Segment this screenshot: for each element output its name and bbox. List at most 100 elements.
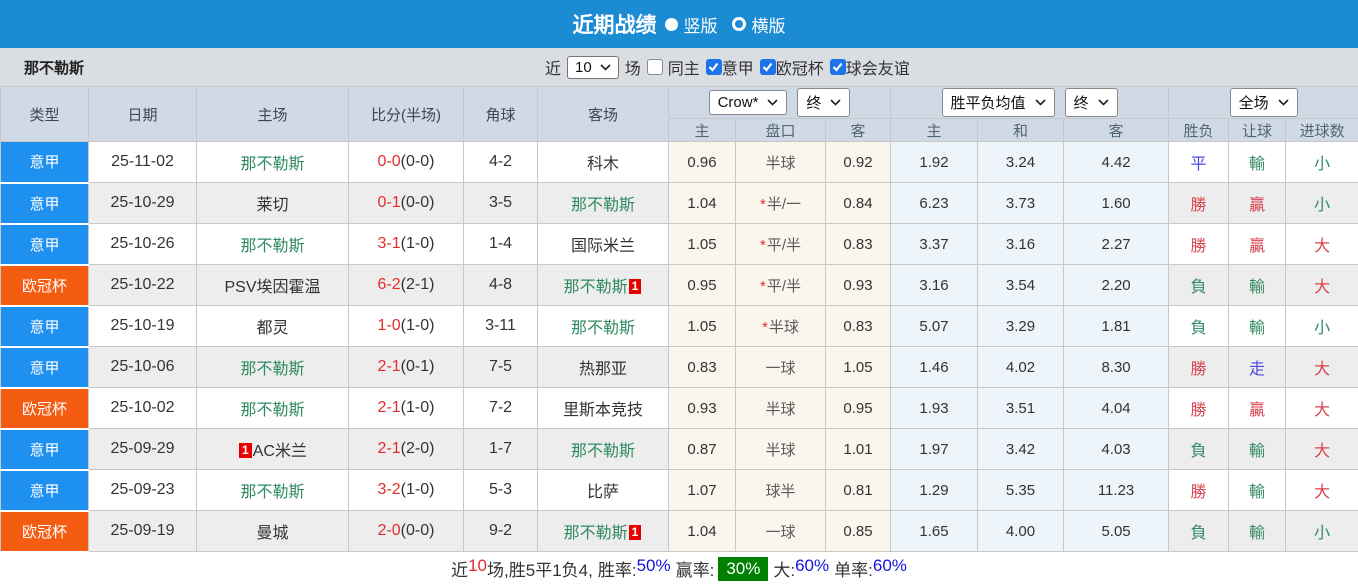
score-halftime: 6-2(2-1) [348,264,464,306]
corners: 1-4 [463,223,538,265]
check-icon [708,62,719,72]
avg-odds-away: 1.60 [1063,182,1170,224]
col-header-home: 主场 [196,86,349,142]
home-team: 1 AC米兰 [196,428,349,470]
match-date: 25-09-29 [88,428,197,470]
score-halftime: 3-1(1-0) [348,223,464,265]
avg-odds-home: 1.97 [890,428,979,470]
team-label: 热那亚 [578,361,627,378]
table-row: 意甲 25-09-23 那不勒斯 3-2(1-0) 5-3 比萨 1.07 球半 0.81 1.2… [0,469,1358,512]
avg-odds-home: 1.92 [890,141,979,183]
avg-odds-draw: 3.54 [977,264,1065,306]
result-handicap: 輸 [1228,141,1287,183]
match-date: 25-10-02 [88,387,197,429]
summary-near: 近 [451,561,469,580]
handicap-line: 半球 [735,428,826,470]
handicap-odds-away: 1.01 [824,428,892,470]
table-row: 意甲 25-10-06 那不勒斯 2-1(0-1) 7-5 热那亚 0.83 一球 1.05 1.… [0,346,1358,389]
horizontal-layout-radio[interactable] [731,17,746,31]
league-friendly-checkbox[interactable] [829,59,846,75]
same-home-checkbox[interactable] [646,59,663,75]
match-date: 25-11-02 [88,141,197,183]
avg-odds-away: 5.05 [1063,510,1170,552]
near-label: 近 [545,61,562,78]
score-halftime: 2-0(0-0) [348,510,464,552]
result-handicap: 輸 [1228,264,1287,306]
score-halftime: 2-1(2-0) [348,428,464,470]
away-team: 科木 [537,141,669,183]
home-team: 那不勒斯 [196,469,349,511]
handicap-odds-away: 0.83 [824,305,892,347]
league-badge: 意甲 [0,305,89,348]
league-ucl-checkbox[interactable] [759,59,776,75]
corners: 4-2 [463,141,538,183]
team-label: 国际米兰 [570,238,635,255]
handicap-odds-home: 0.93 [668,387,736,429]
league-seriea-label: 意甲 [721,61,754,78]
match-count-select[interactable]: 10 [567,55,619,79]
avg-odds-away: 1.81 [1063,305,1170,347]
avg-odds-home: 6.23 [890,182,979,224]
avg-odds-away: 2.27 [1063,223,1170,265]
avg-odds-select[interactable]: 胜平负均值 [941,88,1055,117]
avg-odds-draw: 3.29 [977,305,1065,347]
away-team: 国际米兰 [537,223,669,265]
score-halftime: 2-1(0-1) [348,346,464,388]
subheader-handicap: 盘口 [735,118,826,142]
handicap-odds-home: 1.05 [668,305,736,347]
result-handicap: 輸 [1228,305,1287,347]
avg-odds-away: 8.30 [1063,346,1170,388]
away-team: 热那亚 [537,346,669,388]
league-seriea-checkbox[interactable] [705,59,722,75]
result-wdl: 平 [1168,141,1230,183]
subheader-avg-home: 主 [890,118,979,142]
avg-odds-home: 1.93 [890,387,979,429]
scope-select[interactable]: 全场 [1229,88,1298,117]
team-label: 那不勒斯 [570,443,635,460]
table-row: 意甲 25-10-29 莱切 0-1(0-0) 3-5 那不勒斯 1.04 *半/一 0.84 6… [0,182,1358,225]
chevron-down-icon [830,99,842,106]
subheader-odds-away: 客 [824,118,892,142]
handicap-odds-home: 1.04 [668,182,736,224]
avg-odds-draw: 3.16 [977,223,1065,265]
handicap-odds-home: 1.07 [668,469,736,511]
vertical-layout-label[interactable]: 竖版 [684,12,718,37]
result-goals: 大 [1285,223,1358,265]
avg-odds-draw: 4.00 [977,510,1065,552]
vertical-layout-radio[interactable] [664,17,678,31]
result-goals: 大 [1285,469,1358,511]
col-header-away: 客场 [537,86,669,142]
handicap-win-rate-label: 赢率: [675,561,715,580]
handicap-odds-away: 0.83 [824,223,892,265]
avg-time-select[interactable]: 终 [1064,88,1118,117]
chevron-down-icon [1097,99,1109,106]
match-date: 25-10-19 [88,305,197,347]
avg-odds-home: 1.46 [890,346,979,388]
match-date: 25-10-29 [88,182,197,224]
table-row: 意甲 25-10-26 那不勒斯 3-1(1-0) 1-4 国际米兰 1.05 *平/半 0.8… [0,223,1358,266]
score-halftime: 1-0(1-0) [348,305,464,347]
team-label: 那不勒斯 [240,156,305,173]
summary-count: 10 [468,556,488,575]
corners: 3-5 [463,182,538,224]
avg-odds-away: 2.20 [1063,264,1170,306]
title-bar: 近期战绩 竖版 横版 [0,0,1358,48]
handicap-line: 一球 [735,346,826,388]
horizontal-layout-label[interactable]: 横版 [752,12,786,37]
subheader-avg-away: 客 [1063,118,1170,142]
col-header-score: 比分(半场) [348,86,464,142]
corners: 1-7 [463,428,538,470]
handicap-odds-away: 0.95 [824,387,892,429]
odds-company-select[interactable]: Crow* [708,90,788,115]
summary-footer: 近 10 场,胜5平1负4, 胜率: 50% 赢率: 30% 大: 60% 单率: 60% [0,552,1358,585]
handicap-odds-home: 1.04 [668,510,736,552]
summary-record: 场,胜5平1负4, [487,561,593,580]
results-body: 意甲 25-11-02 那不勒斯 0-0(0-0) 4-2 科木 0.96 半球 0.92 1.9… [0,141,1358,553]
red-card-badge: 1 [628,525,642,540]
avg-odds-draw: 3.51 [977,387,1065,429]
check-icon [832,62,843,72]
table-row: 意甲 25-11-02 那不勒斯 0-0(0-0) 4-2 科木 0.96 半球 0.92 1.9… [0,141,1358,184]
table-row: 欧冠杯 25-10-02 那不勒斯 2-1(1-0) 7-2 里斯本竞技 0.93 半球 0.9… [0,387,1358,430]
result-goals: 大 [1285,428,1358,470]
odds-time-select[interactable]: 终 [797,88,851,117]
